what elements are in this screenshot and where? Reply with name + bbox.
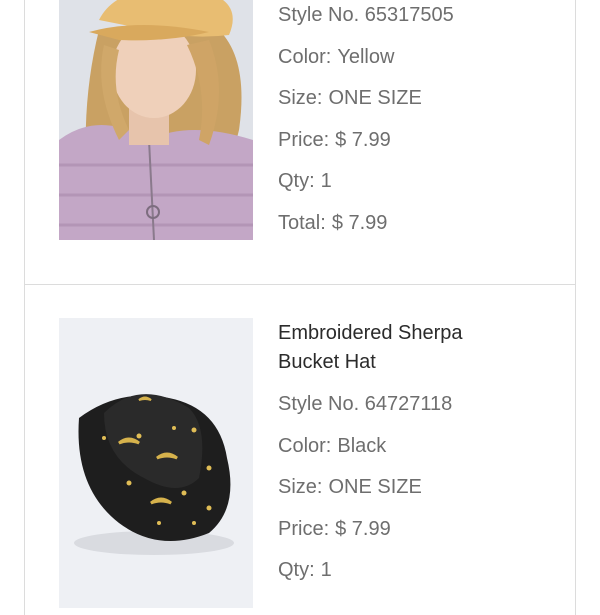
bucket-hat-photo: [59, 318, 253, 608]
product-details: Style No. 65317505 Color: Yellow Size: ONE…: [278, 0, 454, 249]
quantity: Qty: 1: [278, 170, 332, 192]
color: Color: Yellow: [278, 45, 395, 68]
color: Color: Black: [278, 434, 387, 457]
quantity: Qty: 1: [278, 559, 332, 581]
order-item-card: Embroidered Sherpa Bucket Hat Style No. …: [24, 285, 576, 615]
order-item-card: Style No. 65317505 Color: Yellow Size: ONE…: [24, 0, 576, 285]
price: Price: $ 7.99: [278, 128, 391, 151]
product-image[interactable]: [59, 0, 253, 240]
size: Size: ONE SIZE: [278, 87, 422, 109]
product-title[interactable]: Embroidered Sherpa Bucket Hat: [278, 319, 508, 377]
yellow-cap-photo: [59, 0, 253, 240]
product-image[interactable]: [59, 318, 253, 608]
style-number: Style No. 65317505: [278, 4, 454, 26]
total: Total: $ 7.99: [278, 211, 388, 234]
product-details: Embroidered Sherpa Bucket Hat Style No. …: [278, 317, 508, 597]
size: Size: ONE SIZE: [278, 476, 422, 498]
style-number: Style No. 64727118: [278, 393, 453, 415]
price: Price: $ 7.99: [278, 517, 391, 540]
